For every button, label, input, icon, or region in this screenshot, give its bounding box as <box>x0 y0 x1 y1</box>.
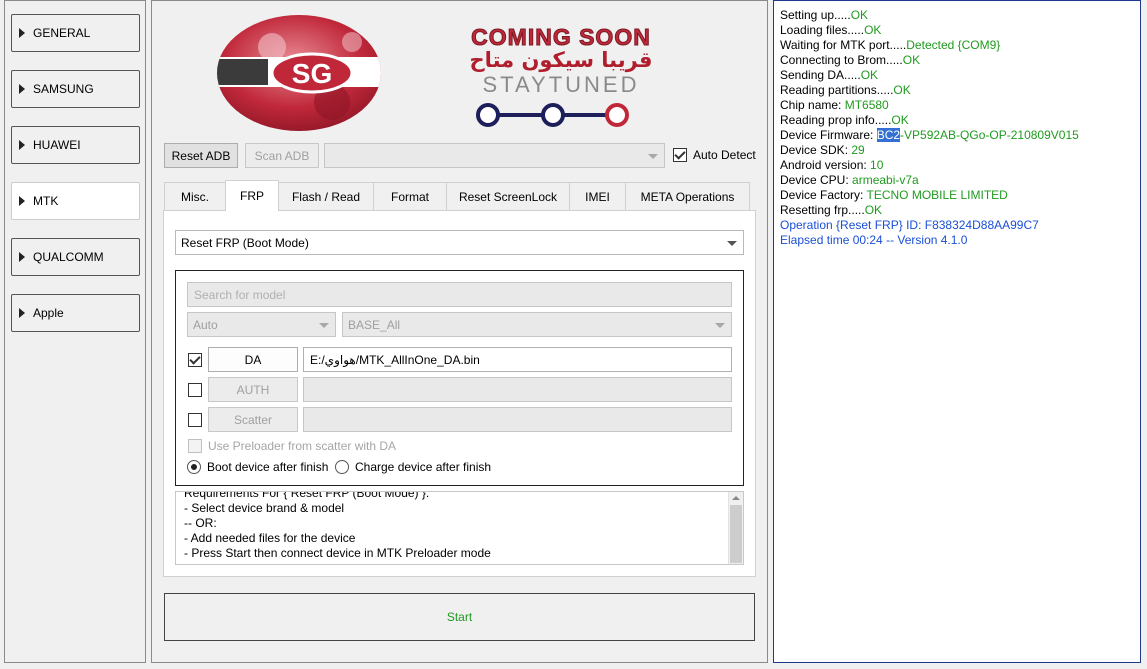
tab-misc[interactable]: Misc. <box>164 182 226 210</box>
tab-imei[interactable]: IMEI <box>569 182 626 210</box>
tab-format[interactable]: Format <box>373 182 447 210</box>
banner: SG COMING SOON قريبا سيكون متاح STAYTUNE… <box>212 12 687 134</box>
boot-after-finish-label: Boot device after finish <box>207 460 329 474</box>
mode-select[interactable]: Auto <box>187 312 336 337</box>
auth-button[interactable]: AUTH <box>208 377 298 402</box>
sidebar-item-huawei[interactable]: HUAWEI <box>11 126 140 164</box>
scatter-button[interactable]: Scatter <box>208 407 298 432</box>
caret-right-icon <box>19 84 25 94</box>
use-preloader-checkbox[interactable] <box>188 439 202 453</box>
check-icon <box>674 148 686 160</box>
sidebar-item-label: GENERAL <box>33 26 91 40</box>
scroll-up-icon <box>732 496 740 500</box>
sidebar-item-label: HUAWEI <box>33 138 81 152</box>
auth-checkbox[interactable] <box>188 383 202 397</box>
log-panel[interactable]: Setting up.....OK Loading files.....OK W… <box>773 0 1141 663</box>
sidebar-item-label: QUALCOMM <box>33 250 104 264</box>
tab-reset-screenlock[interactable]: Reset ScreenLock <box>446 182 570 210</box>
da-checkbox[interactable] <box>188 353 202 367</box>
sidebar-item-general[interactable]: GENERAL <box>11 14 140 52</box>
frp-operation-value: Reset FRP (Boot Mode) <box>181 235 309 250</box>
search-model-placeholder: Search for model <box>194 287 286 302</box>
use-preloader-label: Use Preloader from scatter with DA <box>208 439 397 453</box>
caret-right-icon <box>19 140 25 150</box>
reset-adb-button[interactable]: Reset ADB <box>164 143 238 168</box>
da-path-value: E:/هواوي/MTK_AllInOne_DA.bin <box>310 352 480 367</box>
scatter-checkbox[interactable] <box>188 413 202 427</box>
log-line: Loading files.....OK <box>780 23 882 37</box>
base-select[interactable]: BASE_All <box>342 312 732 337</box>
log-line: Device SDK: 29 <box>780 143 865 157</box>
log-line: Resetting frp.....OK <box>780 203 883 217</box>
log-line: Elapsed time 00:24 -- Version 4.1.0 <box>780 233 968 247</box>
log-line: Android version: 10 <box>780 158 884 172</box>
charge-after-finish-label: Charge device after finish <box>355 460 492 474</box>
scroll-thumb[interactable] <box>730 505 742 563</box>
scatter-path-field[interactable] <box>303 407 732 432</box>
chevron-down-icon <box>319 322 329 328</box>
log-line: Device Firmware: BC2-VP592AB-QGo-OP-2108… <box>780 128 1079 142</box>
log-line: Device CPU: armeabi-v7a <box>780 173 919 187</box>
tab-flash-read[interactable]: Flash / Read <box>278 182 374 210</box>
brand-sidebar: GENERAL SAMSUNG HUAWEI MTK QUALCOMM Appl… <box>4 0 146 663</box>
log-line: Chip name: MT6580 <box>780 98 889 112</box>
sidebar-item-mtk[interactable]: MTK <box>11 182 140 220</box>
da-button[interactable]: DA <box>208 347 298 372</box>
requirements-scrollbar[interactable] <box>728 492 743 564</box>
start-button[interactable]: Start <box>164 593 755 641</box>
charge-after-finish-radio[interactable] <box>335 460 349 474</box>
mode-value: Auto <box>193 317 218 332</box>
arabic-headline: قريبا سيكون متاح <box>469 48 653 72</box>
sidebar-item-label: SAMSUNG <box>33 82 94 96</box>
scan-adb-button[interactable]: Scan ADB <box>245 143 319 168</box>
base-value: BASE_All <box>348 317 401 332</box>
selected-text: BC2 <box>876 128 901 142</box>
log-line: Reading partitions.....OK <box>780 83 911 97</box>
tab-frp[interactable]: FRP <box>225 180 279 211</box>
tagline: STAYTUNED <box>482 72 640 97</box>
auto-detect-checkbox[interactable] <box>673 148 687 162</box>
adb-port-select[interactable] <box>324 143 665 168</box>
search-model-input[interactable]: Search for model <box>187 282 732 307</box>
log-line: Device Factory: TECNO MOBILE LIMITED <box>780 188 1008 202</box>
requirements-textbox[interactable]: Requirements For { Reset FRP (Boot Mode)… <box>175 491 744 565</box>
log-line: Connecting to Brom.....OK <box>780 53 921 67</box>
log-line: Waiting for MTK port.....Detected {COM9} <box>780 38 1001 52</box>
sidebar-item-apple[interactable]: Apple <box>11 294 140 332</box>
progress-dots-icon <box>476 103 629 127</box>
svg-text:SG: SG <box>292 58 332 89</box>
log-line: Operation {Reset FRP} ID: F838324D88AA99… <box>780 218 1039 232</box>
sidebar-item-qualcomm[interactable]: QUALCOMM <box>11 238 140 276</box>
chevron-down-icon <box>715 322 725 328</box>
caret-right-icon <box>19 196 25 206</box>
caret-right-icon <box>19 252 25 262</box>
check-icon <box>189 353 201 365</box>
sidebar-item-label: MTK <box>33 194 59 208</box>
log-line: Reading prop info.....OK <box>780 113 909 127</box>
requirements-text: Requirements For { Reset FRP (Boot Mode)… <box>184 491 491 560</box>
chevron-down-icon <box>727 240 737 246</box>
log-line: Sending DA.....OK <box>780 68 879 82</box>
tab-meta-operations[interactable]: META Operations <box>625 182 750 210</box>
coming-soon-headline: COMING SOON <box>471 24 651 51</box>
log-line: Setting up.....OK <box>780 8 869 22</box>
boot-after-finish-radio[interactable] <box>187 460 201 474</box>
sidebar-item-label: Apple <box>33 306 64 320</box>
caret-right-icon <box>19 308 25 318</box>
frp-operation-select[interactable]: Reset FRP (Boot Mode) <box>175 230 744 255</box>
da-path-field[interactable]: E:/هواوي/MTK_AllInOne_DA.bin <box>303 347 732 372</box>
auto-detect-label: Auto Detect <box>693 148 756 162</box>
sidebar-item-samsung[interactable]: SAMSUNG <box>11 70 140 108</box>
chevron-down-icon <box>648 153 658 159</box>
caret-right-icon <box>19 28 25 38</box>
radio-dot-icon <box>191 464 197 470</box>
auth-path-field[interactable] <box>303 377 732 402</box>
